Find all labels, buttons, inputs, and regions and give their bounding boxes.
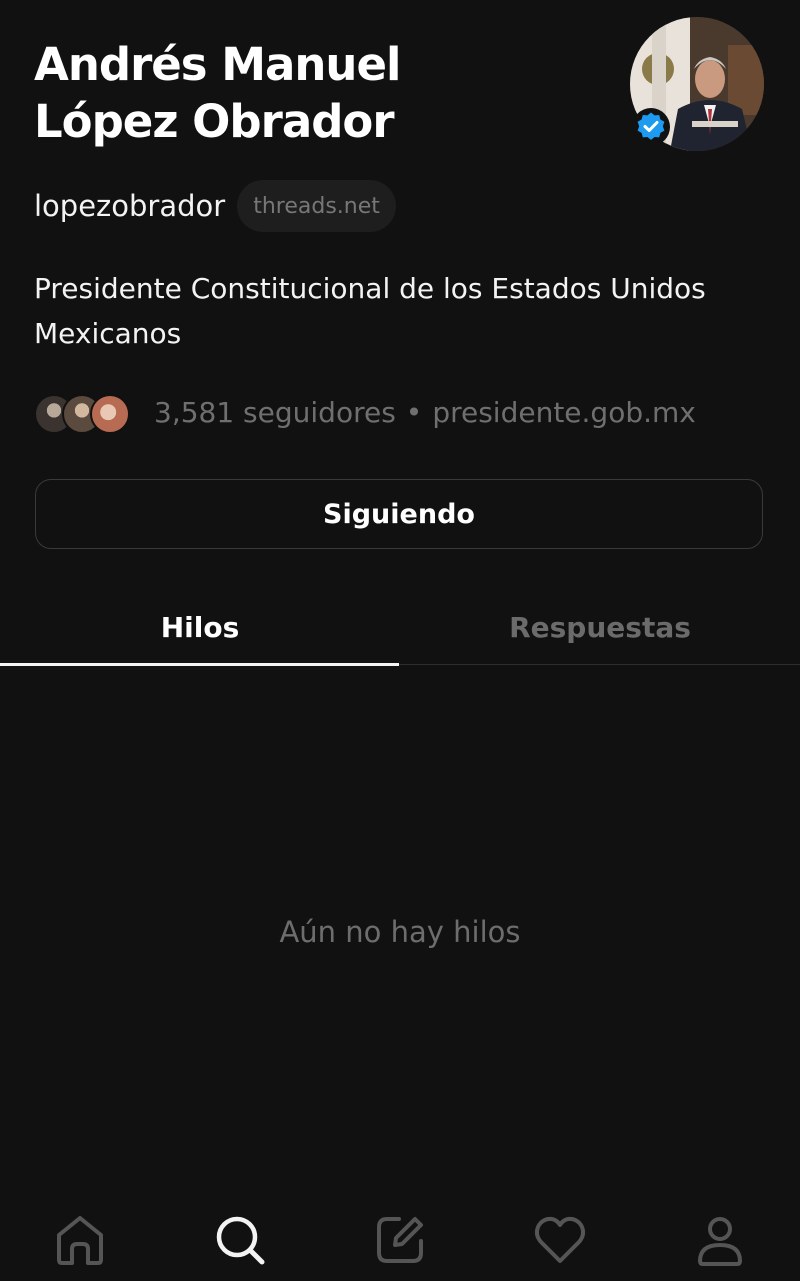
nav-search[interactable] <box>210 1210 270 1270</box>
follower-avatars[interactable] <box>34 392 134 434</box>
nav-activity[interactable] <box>530 1210 590 1270</box>
search-icon <box>216 1216 265 1265</box>
nav-compose[interactable] <box>370 1210 430 1270</box>
nav-profile[interactable] <box>690 1210 750 1270</box>
followers-row: 3,581 seguidores • presidente.gob.mx <box>34 390 696 434</box>
handle-row: lopezobrador threads.net <box>34 180 396 232</box>
profile-handle: lopezobrador <box>34 189 226 223</box>
following-button[interactable]: Siguiendo <box>35 479 763 549</box>
profile-name-line2: López Obrador <box>34 95 395 148</box>
compose-icon <box>377 1217 423 1263</box>
profile-icon <box>698 1217 742 1266</box>
tab-respuestas[interactable]: Respuestas <box>400 590 800 664</box>
tab-hilos[interactable]: Hilos <box>0 590 400 664</box>
separator-dot: • <box>405 395 423 429</box>
nav-home[interactable] <box>50 1210 110 1270</box>
profile-link[interactable]: presidente.gob.mx <box>432 396 696 429</box>
active-tab-indicator <box>0 663 399 666</box>
bottom-navigation <box>0 1200 800 1281</box>
threads-domain-badge[interactable]: threads.net <box>237 180 396 232</box>
followers-count[interactable]: 3,581 seguidores <box>154 396 396 429</box>
profile-name: Andrés Manuel López Obrador <box>34 36 594 150</box>
profile-tabs: Hilos Respuestas <box>0 590 800 666</box>
followers-meta: 3,581 seguidores • presidente.gob.mx <box>154 396 696 429</box>
heart-icon <box>534 1216 586 1263</box>
home-icon <box>57 1216 103 1265</box>
empty-state-message: Aún no hay hilos <box>279 915 521 949</box>
follower-avatar <box>90 394 130 434</box>
profile-name-line1: Andrés Manuel <box>34 38 401 91</box>
verified-badge-icon <box>632 108 670 146</box>
profile-bio: Presidente Constitucional de los Estados… <box>34 272 706 350</box>
